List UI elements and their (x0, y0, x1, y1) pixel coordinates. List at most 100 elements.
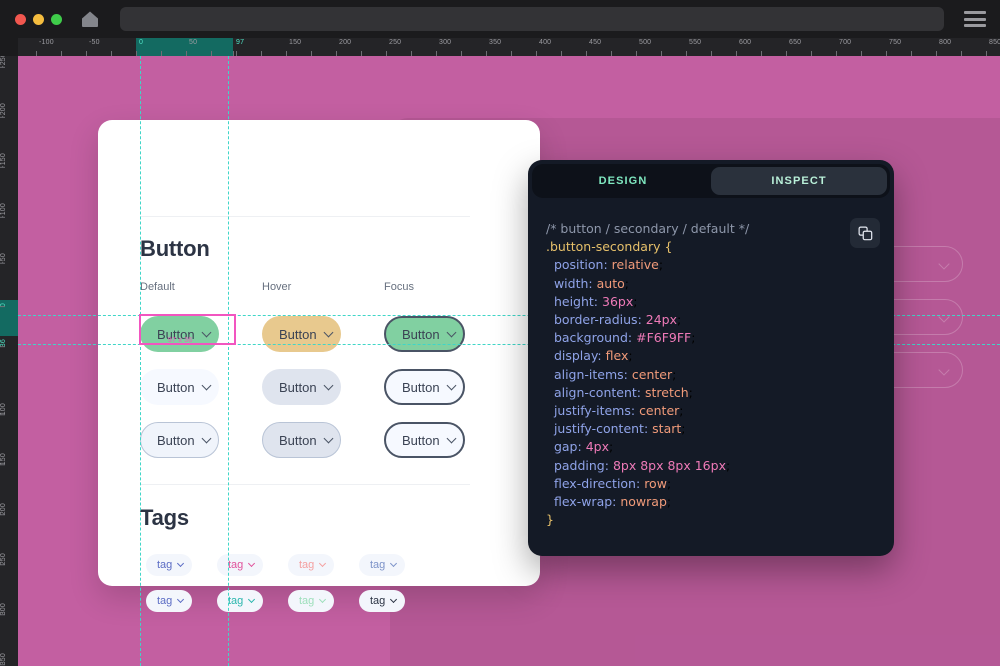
tag-pill[interactable]: tag (217, 590, 263, 612)
ruler-tick: -100 (36, 38, 54, 56)
tag-pill[interactable]: tag (359, 590, 405, 612)
button-hover-grey[interactable]: Button (262, 369, 341, 405)
chevron-down-icon (446, 434, 456, 444)
chevron-down-icon (201, 381, 211, 391)
tag-label: tag (228, 595, 243, 607)
ruler-minor-tick (861, 38, 864, 56)
css-code-block: /* button / secondary / default */ .butt… (546, 220, 880, 529)
tag-label: tag (299, 595, 314, 607)
ruler-tick: 550 (686, 38, 701, 56)
ruler-minor-tick (311, 38, 314, 56)
button-label: Button (402, 380, 440, 395)
maximize-window-button[interactable] (51, 14, 62, 25)
ruler-minor-tick (361, 38, 364, 56)
ruler-minor-tick (811, 38, 814, 56)
tag-pill[interactable]: tag (359, 554, 405, 576)
ruler-tick: 0 (136, 38, 143, 56)
ruler-minor-tick (411, 38, 414, 56)
address-bar[interactable] (120, 7, 944, 31)
ruler-tick-v: 150 (0, 450, 18, 465)
ruler-tick: 600 (736, 38, 751, 56)
button-hover-gold[interactable]: Button (262, 316, 341, 352)
tag-pill[interactable]: tag (288, 554, 334, 576)
button-hover-bordered[interactable]: Button (262, 422, 341, 458)
ruler-tick: 750 (886, 38, 901, 56)
ruler-minor-tick (611, 38, 614, 56)
ruler-tick: 650 (786, 38, 801, 56)
chevron-down-icon (446, 328, 456, 338)
ruler-minor-tick (111, 38, 114, 56)
ruler-tick: 300 (436, 38, 451, 56)
window-titlebar (0, 0, 1000, 38)
chevron-down-icon (390, 596, 397, 603)
chevron-down-icon (248, 596, 255, 603)
chevron-down-icon (323, 328, 333, 338)
component-card[interactable]: Button Default Hover Focus Button Button… (98, 120, 540, 586)
tag-label: tag (157, 595, 172, 607)
ruler-minor-tick (461, 38, 464, 56)
ruler-minor-tick (961, 38, 964, 56)
close-window-button[interactable] (15, 14, 26, 25)
horizontal-ruler[interactable]: -100-50050971502002503003504004505005506… (0, 38, 1000, 56)
button-label: Button (279, 380, 317, 395)
home-icon[interactable] (80, 9, 100, 29)
button-label: Button (279, 433, 317, 448)
column-label-hover: Hover (262, 281, 291, 293)
ruler-minor-tick (261, 38, 264, 56)
ruler-minor-tick (911, 38, 914, 56)
ruler-corner (0, 38, 18, 56)
button-section-title: Button (140, 236, 210, 262)
column-label-default: Default (140, 281, 175, 293)
tag-pill[interactable]: tag (146, 554, 192, 576)
ruler-tick-v: 100 (0, 400, 18, 415)
ruler-minor-tick (561, 38, 564, 56)
ruler-tick: 200 (336, 38, 351, 56)
ruler-tick-v: 250 (0, 550, 18, 565)
ruler-tick-v: -100 (0, 200, 18, 218)
button-label: Button (157, 380, 195, 395)
tag-label: tag (157, 559, 172, 571)
ruler-tick-v: 0 (0, 300, 18, 307)
button-focus-outline[interactable]: Button (384, 369, 465, 405)
ruler-tick: 450 (586, 38, 601, 56)
ruler-minor-tick (61, 38, 64, 56)
ruler-tick-v: 36 (0, 336, 18, 347)
hamburger-menu-icon[interactable] (964, 11, 986, 27)
button-label: Button (279, 327, 317, 342)
design-canvas[interactable]: Board Button Default Hover Focus Button … (18, 56, 1000, 666)
chevron-down-icon (390, 560, 397, 567)
minimize-window-button[interactable] (33, 14, 44, 25)
ruler-minor-tick (761, 38, 764, 56)
button-default-bordered[interactable]: Button (140, 422, 219, 458)
tag-pill[interactable]: tag (217, 554, 263, 576)
chevron-down-icon (446, 381, 456, 391)
ruler-tick: 150 (286, 38, 301, 56)
ruler-tick-v: 350 (0, 650, 18, 665)
ruler-tick: -50 (86, 38, 100, 56)
button-default-plain[interactable]: Button (140, 369, 219, 405)
traffic-lights (15, 14, 62, 25)
tab-inspect[interactable]: INSPECT (711, 167, 887, 195)
button-focus-outline-2[interactable]: Button (384, 422, 465, 458)
tag-pill[interactable]: tag (288, 590, 334, 612)
vertical-ruler[interactable]: -300-250-200-150-100-5003610015020025030… (0, 38, 18, 666)
card-divider (140, 216, 470, 217)
selection-dimensions: 97 x 36 (168, 337, 192, 344)
button-focus-green[interactable]: Button (384, 316, 465, 352)
chevron-down-icon (319, 560, 326, 567)
tab-design[interactable]: DESIGN (535, 167, 711, 195)
vertical-guide[interactable] (228, 56, 229, 666)
ruler-tick-v: -200 (0, 100, 18, 118)
column-label-focus: Focus (384, 281, 414, 293)
ruler-tick-v: 300 (0, 600, 18, 615)
chevron-down-icon (319, 596, 326, 603)
button-label: Button (157, 433, 195, 448)
chevron-down-icon (177, 596, 184, 603)
tag-pill[interactable]: tag (146, 590, 192, 612)
vertical-guide[interactable] (140, 56, 141, 666)
ruler-tick-v: 200 (0, 500, 18, 515)
inspect-panel[interactable]: DESIGN INSPECT /* button / secondary / d… (528, 160, 894, 556)
tag-label: tag (228, 559, 243, 571)
ruler-tick: 250 (386, 38, 401, 56)
tags-section-title: Tags (140, 505, 189, 531)
